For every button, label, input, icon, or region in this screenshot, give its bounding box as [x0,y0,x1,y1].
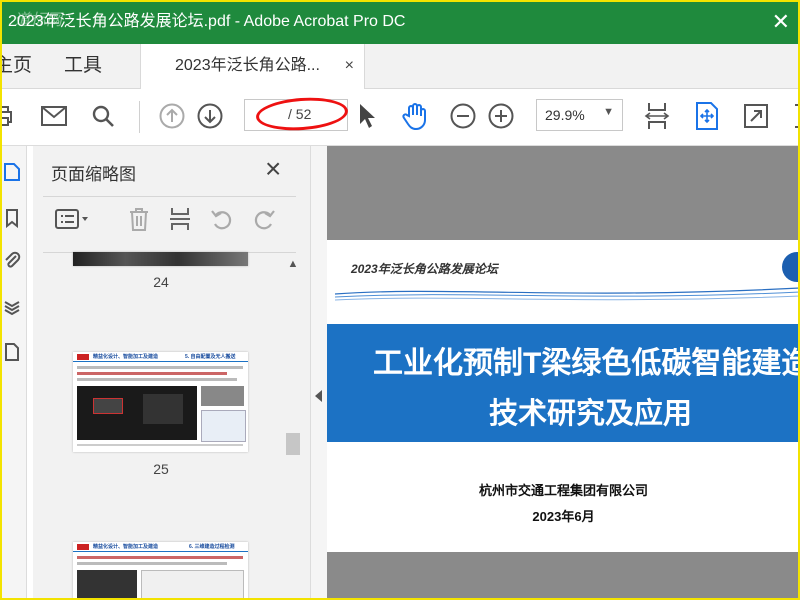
zoom-value: 29.9% [545,107,585,123]
collapse-panel-arrow-icon[interactable] [315,390,322,402]
page-number-label: 25 [153,461,169,477]
title-bar: 2023年泛长角公路发展论坛.pdf - Adobe Acrobat Pro D… [0,0,800,44]
scrollbar-thumb[interactable] [286,433,300,455]
logo [77,354,89,360]
chevron-down-icon: ▼ [603,106,614,118]
page-gap [327,552,800,600]
document-tab-close-button[interactable]: × [345,44,354,88]
print-icon[interactable] [0,99,20,133]
panel-title: 页面缩略图 [51,165,136,184]
search-icon[interactable] [86,99,120,133]
options-menu-icon[interactable] [53,204,93,234]
page-thumbnail-26[interactable]: 精益化设计、智能加工及建造 6. 三维建造过程检测 [73,542,248,600]
toolbar-separator [139,101,140,133]
email-icon[interactable] [37,99,71,133]
window-close-button[interactable]: ✕ [772,0,790,44]
page-thumbnails-panel: 页面缩略图 × 24 精益化设计、智能加工及建造 5. 自由配置及无人搬送 25 [33,146,310,600]
thumb-heading-right: 5. 自由配置及无人搬送 [185,354,236,360]
attachment-icon[interactable] [2,250,22,270]
document-date: 2023年6月 [532,509,595,524]
header-wave-lines [334,287,800,301]
thumb-heading-left: 精益化设计、智能加工及建造 [93,354,159,360]
fit-width-icon[interactable] [640,99,674,133]
left-navigation-rail [0,146,27,600]
document-view[interactable]: 2023年泛长角公路发展论坛 工业化预制T梁绿色低碳智能建造 技术研究及应用 杭… [327,146,800,600]
document-icon[interactable] [2,342,22,362]
toolbar: / 52 29.9% ▼ [0,89,800,146]
document-tab[interactable]: 2023年泛长角公路... × [140,44,365,89]
company-name: 杭州市交通工程集团有限公司 [478,483,648,498]
layers-icon[interactable] [2,296,22,316]
banner-title-line1: 工业化预制T梁绿色低碳智能建造 [373,347,800,380]
zoom-in-icon[interactable] [484,99,518,133]
zoom-out-icon[interactable] [446,99,480,133]
extract-page-icon[interactable] [165,204,195,234]
page-number-label: 24 [153,274,169,290]
tab-tools[interactable]: 工具 [64,44,102,88]
full-screen-icon[interactable] [739,99,773,133]
rotate-right-icon[interactable] [249,204,279,234]
divider [43,196,296,197]
bookmark-icon[interactable] [2,208,22,228]
page-thumbnails-icon[interactable] [2,162,22,182]
more-tools-icon[interactable] [784,99,800,133]
document-header: 2023年泛长角公路发展论坛 [351,262,498,276]
window-title: 2023年泛长角公路发展论坛.pdf - Adobe Acrobat Pro D… [8,13,406,30]
panel-close-button[interactable]: × [265,154,281,184]
fit-page-icon[interactable] [690,99,724,133]
rotate-left-icon[interactable] [207,204,237,234]
page-thumbnail-24[interactable] [73,252,248,266]
next-page-icon[interactable] [193,99,227,133]
nav-tab-bar: 主页 工具 [0,44,800,89]
pdf-page: 2023年泛长角公路发展论坛 工业化预制T梁绿色低碳智能建造 技术研究及应用 杭… [327,240,800,552]
banner-title-line2: 技术研究及应用 [489,398,693,430]
watermark-logo: 道标网 [14,12,63,29]
tab-home[interactable]: 主页 [0,44,32,88]
panel-splitter[interactable] [310,146,328,600]
page-thumbnail-25[interactable]: 精益化设计、智能加工及建造 5. 自由配置及无人搬送 [73,352,248,452]
document-tab-label: 2023年泛长角公路... [175,57,320,74]
previous-page-icon[interactable] [155,99,189,133]
select-cursor-icon[interactable] [350,99,384,133]
zoom-dropdown[interactable]: 29.9% ▼ [536,99,623,131]
scroll-up-arrow[interactable]: ▲ [286,258,300,272]
thumbnail-scrollbar[interactable]: ▲ [286,258,300,600]
title-banner: 工业化预制T梁绿色低碳智能建造 技术研究及应用 [327,324,800,442]
logo [77,544,89,550]
thumb-heading-right: 6. 三维建造过程检测 [189,544,235,550]
thumb-heading-left: 精益化设计、智能加工及建造 [93,544,159,550]
hand-tool-icon[interactable] [398,99,432,133]
delete-icon[interactable] [124,204,154,234]
